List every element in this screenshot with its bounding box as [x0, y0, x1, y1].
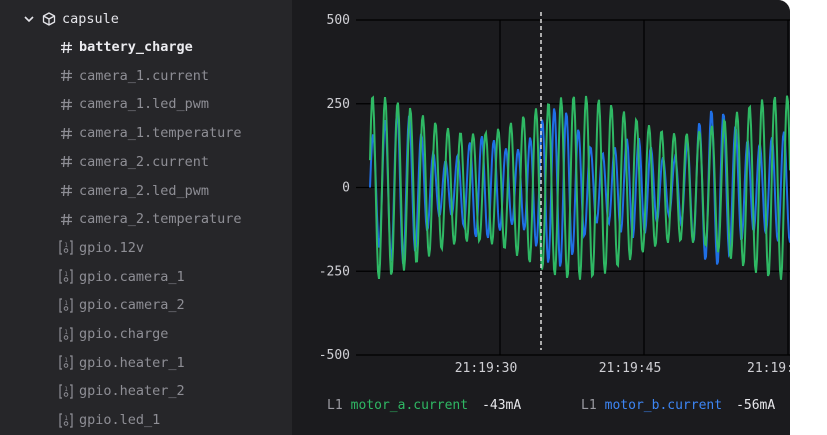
tree-item-label: camera_2.temperature — [79, 211, 242, 228]
tree-item-label: gpio.12v — [79, 239, 145, 256]
tree-item-label: gpio.heater_1 — [79, 354, 185, 371]
tree-item-label: camera_1.current — [79, 67, 210, 84]
x-tick-label: 21:19:45 — [599, 361, 662, 376]
tree-item[interactable]: 1 gpio.heater_1 — [0, 349, 292, 377]
tree-item-label: gpio.camera_1 — [79, 268, 185, 285]
tree-item[interactable]: camera_2.led_pwm — [0, 177, 292, 205]
legend-value: -56mA — [736, 397, 776, 413]
hash-icon — [59, 212, 73, 226]
tree-item-label: battery_charge — [79, 39, 193, 55]
legend-name: motor_b.current — [604, 397, 723, 413]
tree-item-label: camera_1.led_pwm — [79, 96, 210, 113]
tree-item-label: camera_1.temperature — [79, 125, 242, 142]
tree-item[interactable]: 1 gpio.heater_2 — [0, 377, 292, 405]
tree-item-label: gpio.charge — [79, 326, 169, 342]
plot-panel[interactable]: 500 250 0 -250 -500 21:19:30 21:19:45 21:19: — [292, 0, 790, 435]
svg-text:1: 1 — [64, 415, 68, 422]
hash-icon — [59, 126, 73, 140]
boolean-icon: 1 — [59, 355, 73, 370]
hash-icon — [59, 155, 73, 169]
x-tick-label: 21:19:30 — [455, 361, 518, 376]
hash-icon — [59, 184, 73, 198]
y-tick-label: -500 — [319, 348, 350, 363]
tree-item[interactable]: camera_1.temperature — [0, 119, 292, 147]
legend-item-motor-b[interactable]: L1 motor_b.current -56mA — [581, 390, 775, 420]
y-tick-label: 250 — [327, 97, 350, 112]
tree-item-label: gpio.led_1 — [79, 412, 161, 429]
tree-item-label: gpio.heater_2 — [79, 383, 185, 400]
tree-item[interactable]: 1 gpio.12v — [0, 234, 292, 262]
tree-item[interactable]: camera_1.current — [0, 62, 292, 90]
boolean-icon: 1 — [59, 384, 73, 399]
tree-item[interactable]: camera_1.led_pwm — [0, 90, 292, 118]
hash-icon — [59, 97, 73, 111]
y-tick-label: -250 — [319, 264, 350, 279]
svg-text:1: 1 — [64, 357, 68, 364]
boolean-icon: 1 — [59, 269, 73, 284]
svg-text:1: 1 — [64, 271, 68, 278]
tree-item[interactable]: 1 gpio.charge — [0, 320, 292, 348]
tree-item-label: camera_2.led_pwm — [79, 182, 210, 199]
y-tick-label: 0 — [342, 181, 350, 196]
legend-name: motor_a.current — [350, 397, 469, 413]
svg-text:1: 1 — [64, 329, 68, 336]
boolean-icon: 1 — [59, 326, 73, 342]
legend-id: L1 — [327, 397, 343, 413]
boolean-icon: 1 — [59, 298, 73, 313]
tree-item[interactable]: 1 gpio.camera_1 — [0, 263, 292, 291]
tree-item[interactable]: camera_2.temperature — [0, 205, 292, 233]
svg-text:1: 1 — [64, 300, 68, 307]
tree-root-capsule[interactable]: capsule — [0, 5, 292, 33]
tree-root-label: capsule — [62, 11, 119, 27]
svg-text:1: 1 — [64, 386, 68, 393]
boolean-icon: 1 — [59, 240, 73, 255]
tree-item-label: gpio.camera_2 — [79, 297, 185, 314]
tree-item[interactable]: 1 gpio.led_1 — [0, 406, 292, 434]
line-chart[interactable]: 500 250 0 -250 -500 21:19:30 21:19:45 21:19: — [292, 0, 790, 390]
tree-item[interactable]: 1 gpio.camera_2 — [0, 291, 292, 319]
legend-id: L1 — [581, 397, 597, 413]
cube-icon — [42, 12, 56, 26]
topic-tree: capsule battery_charge camera_1.currentca… — [0, 0, 292, 435]
app-window: capsule battery_charge camera_1.currentca… — [0, 0, 790, 435]
tree-item[interactable]: camera_2.current — [0, 148, 292, 176]
hash-icon — [59, 40, 73, 54]
legend-value: -43mA — [482, 397, 522, 413]
y-tick-label: 500 — [327, 13, 350, 28]
legend-item-motor-a[interactable]: L1 motor_a.current -43mA — [327, 390, 521, 420]
chevron-down-icon[interactable] — [22, 12, 36, 26]
hash-icon — [59, 69, 73, 83]
tree-item-label: camera_2.current — [79, 153, 210, 170]
boolean-icon: 1 — [59, 412, 73, 428]
x-tick-label: 21:19: — [747, 361, 790, 376]
svg-text:1: 1 — [64, 242, 68, 249]
plot-legend: L1 motor_a.current -43mA L1 motor_b.curr… — [292, 390, 790, 420]
tree-item[interactable]: battery_charge — [0, 33, 292, 61]
